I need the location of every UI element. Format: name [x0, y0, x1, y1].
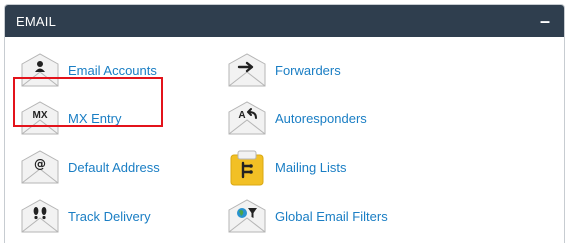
reply-envelope-icon: A [228, 101, 266, 135]
collapse-button[interactable]: – [540, 12, 550, 30]
default-address-label: Default Address [68, 159, 160, 175]
svg-text:@: @ [34, 157, 46, 171]
forwarders-label: Forwarders [275, 62, 341, 78]
autoresponders-label: Autoresponders [275, 110, 367, 126]
track-delivery-label: Track Delivery [68, 208, 151, 224]
footprints-envelope-icon [21, 199, 59, 233]
email-accounts-highlight [13, 77, 163, 127]
at-envelope-icon: @ [21, 150, 59, 184]
globe-filter-envelope-icon [228, 199, 266, 233]
default-address-link[interactable]: @ Default Address [18, 147, 208, 187]
track-delivery-link[interactable]: Track Delivery [18, 196, 208, 236]
svg-text:A: A [238, 110, 245, 121]
email-accounts-label: Email Accounts [68, 62, 157, 78]
arrow-envelope-icon [228, 53, 266, 87]
mailing-lists-label: Mailing Lists [275, 159, 347, 175]
global-email-filters-label: Global Email Filters [275, 208, 388, 224]
email-panel: EMAIL – Email Accounts Forwarders MX MX … [4, 4, 565, 243]
panel-header: EMAIL – [5, 5, 564, 37]
list-envelope-icon [230, 150, 264, 186]
forwarders-link[interactable]: Forwarders [225, 50, 415, 90]
autoresponders-link[interactable]: A Autoresponders [225, 98, 415, 138]
panel-title: EMAIL [16, 13, 57, 29]
global-email-filters-link[interactable]: Global Email Filters [225, 196, 415, 236]
mailing-lists-link[interactable]: Mailing Lists [225, 147, 415, 187]
